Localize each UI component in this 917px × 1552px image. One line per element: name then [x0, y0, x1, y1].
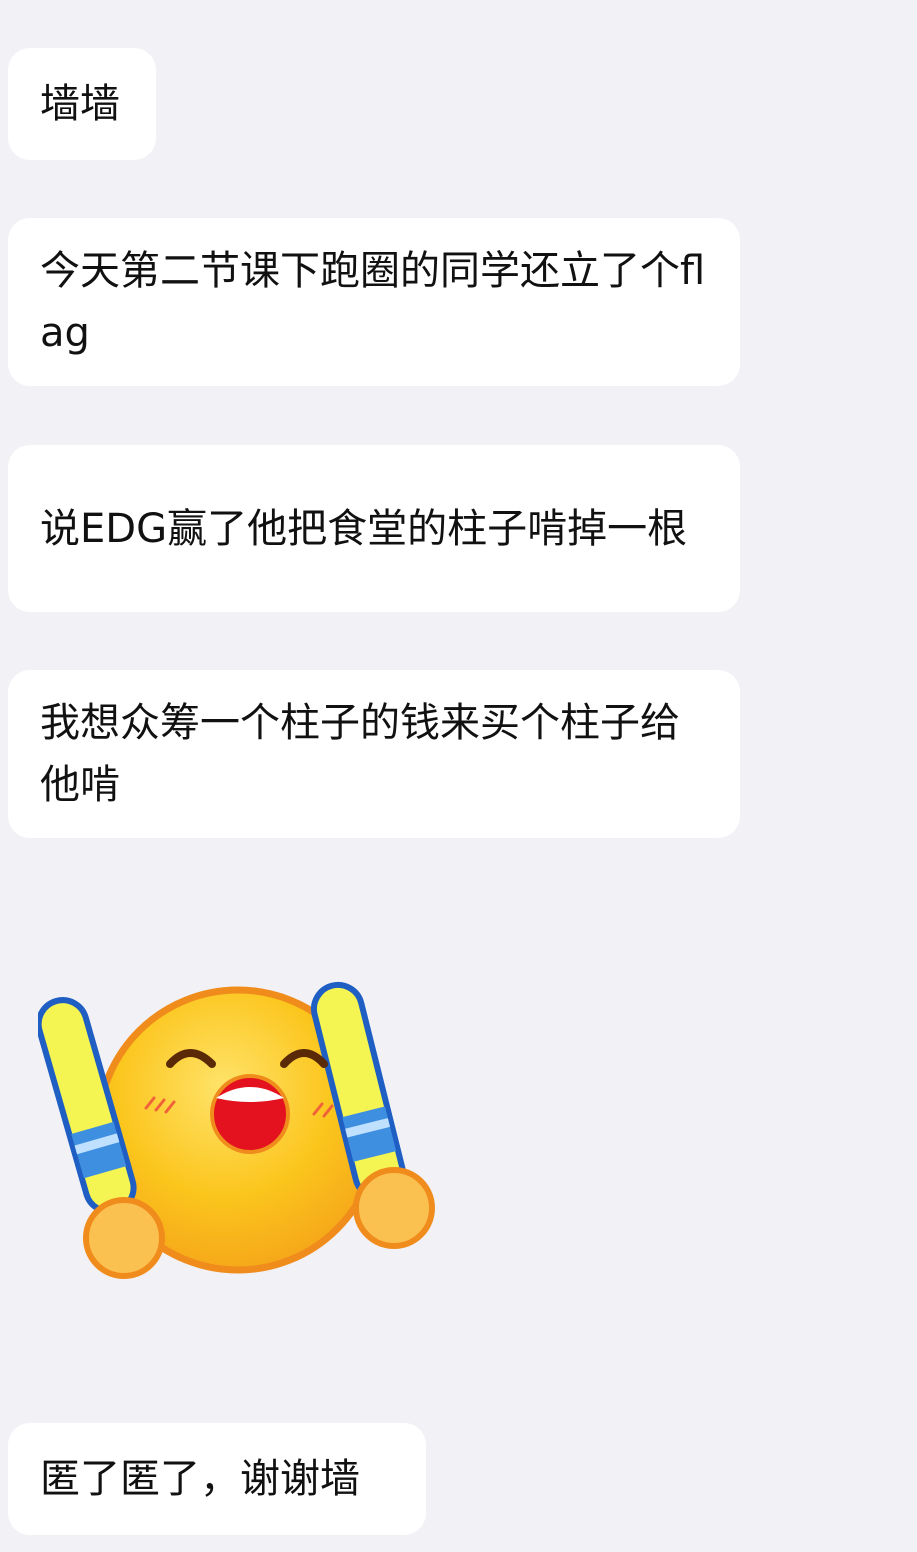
message-bubble[interactable]: 匿了匿了，谢谢墙: [8, 1423, 426, 1535]
message-bubble[interactable]: 说EDG赢了他把食堂的柱子啃掉一根: [8, 445, 740, 612]
chat-message-list: 墙墙 今天第二节课下跑圈的同学还立了个flag 说EDG赢了他把食堂的柱子啃掉一…: [0, 0, 917, 1552]
message-bubble[interactable]: 墙墙: [8, 48, 156, 160]
message-text: 墙墙: [40, 81, 120, 127]
message-bubble[interactable]: 我想众筹一个柱子的钱来买个柱子给他啃: [8, 670, 740, 838]
message-text: 说EDG赢了他把食堂的柱子啃掉一根: [40, 505, 688, 552]
cheering-face-sticker-icon[interactable]: [35, 968, 440, 1284]
message-text: 我想众筹一个柱子的钱来买个柱子给他啃: [40, 700, 680, 808]
message-bubble[interactable]: 今天第二节课下跑圈的同学还立了个flag: [8, 218, 740, 386]
message-text: 匿了匿了，谢谢墙: [40, 1456, 360, 1502]
message-text: 今天第二节课下跑圈的同学还立了个flag: [40, 248, 706, 356]
